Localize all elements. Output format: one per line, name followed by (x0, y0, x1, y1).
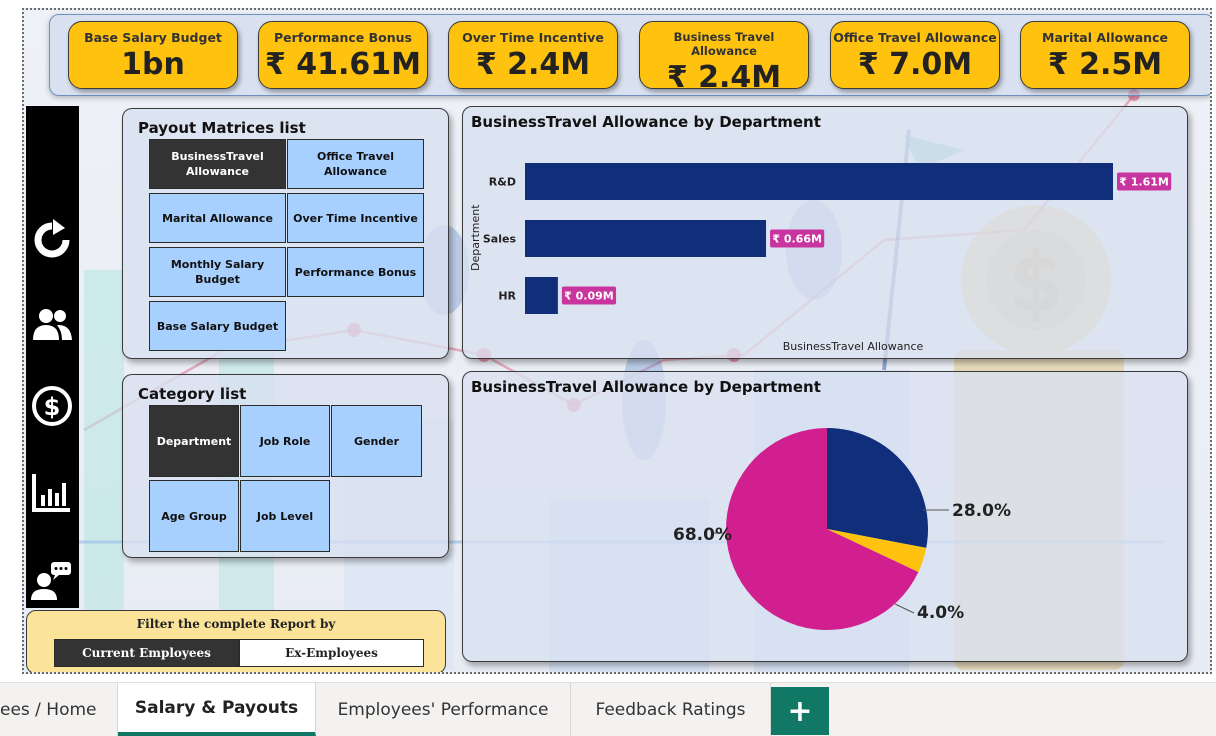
bar-chart: R&D ₹ 1.61M Sales ₹ 0.66M HR ₹ 0.09M Departmen… (469, 163, 1172, 353)
kpi-value: ₹ 2.5M (1047, 47, 1163, 82)
payout-tile-business-travel[interactable]: BusinessTravel Allowance (149, 139, 286, 189)
kpi-card-over-time: Over Time Incentive ₹ 2.4M (448, 21, 618, 89)
data-label: ₹ 0.66M (772, 233, 822, 246)
pie-label: 68.0% (673, 525, 732, 545)
pie-label: 28.0% (952, 501, 1011, 521)
kpi-title: Base Salary Budget (84, 30, 222, 45)
bar (525, 220, 767, 257)
kpi-card-marital: Marital Allowance ₹ 2.5M (1020, 21, 1190, 89)
leader-line (894, 603, 915, 614)
users-icon[interactable] (31, 304, 73, 346)
kpi-card-performance-bonus: Performance Bonus ₹ 41.61M (258, 21, 428, 89)
tab-employees-home[interactable]: ees / Home (0, 683, 118, 736)
panel-title: Category list (138, 385, 247, 403)
kpi-card-base-salary: Base Salary Budget 1bn (68, 21, 238, 89)
bar (525, 277, 558, 314)
kpi-card-office-travel: Office Travel Allowance ₹ 7.0M (830, 21, 1000, 89)
kpi-title: Business Travel Allowance (673, 30, 775, 58)
payout-tile-office-travel[interactable]: Office Travel Allowance (287, 139, 424, 189)
report-canvas: $ Base Salary Budget 1bn Performance Bon… (22, 8, 1212, 674)
page-tab-bar: ees / Home Salary & Payouts Employees' P… (0, 682, 1216, 736)
dollar-icon[interactable]: $ (31, 385, 73, 427)
pie-slice (827, 428, 928, 548)
refresh-icon[interactable] (31, 219, 73, 261)
pie-chart-panel: BusinessTravel Allowance by Department 6… (462, 371, 1188, 662)
report-filter: Filter the complete Report by Current Em… (26, 610, 446, 672)
kpi-value: ₹ 2.4M (666, 60, 782, 95)
pie-chart: 68.0% 28.0% 4.0% (673, 428, 1011, 630)
data-label: ₹ 0.09M (564, 290, 614, 303)
kpi-title: Office Travel Allowance (833, 30, 997, 45)
category-label: HR (498, 290, 516, 303)
kpi-title: Marital Allowance (1042, 30, 1168, 45)
data-label: ₹ 1.61M (1119, 176, 1169, 189)
category-tile-job-role[interactable]: Job Role (240, 405, 330, 477)
filter-title: Filter the complete Report by (136, 617, 336, 631)
kpi-title: Over Time Incentive (462, 30, 604, 45)
tab-employees-performance[interactable]: Employees' Performance (316, 683, 571, 736)
kpi-value: ₹ 41.61M (264, 47, 422, 82)
pie-label: 4.0% (917, 603, 964, 623)
kpi-title: Performance Bonus (274, 30, 412, 45)
payout-tile-monthly-salary[interactable]: Monthly Salary Budget (149, 247, 286, 297)
payout-tile-base-salary[interactable]: Base Salary Budget (149, 301, 286, 351)
payout-tile-marital[interactable]: Marital Allowance (149, 193, 286, 243)
payout-matrices-panel: Payout Matrices list BusinessTravel Allo… (122, 108, 449, 359)
bar-chart-icon[interactable] (31, 471, 73, 513)
nav-rail: $ (26, 106, 79, 608)
kpi-strip: Base Salary Budget 1bn Performance Bonus… (49, 14, 1210, 96)
kpi-value: ₹ 2.4M (475, 47, 591, 82)
tab-salary-payouts[interactable]: Salary & Payouts (118, 683, 316, 736)
bar (525, 163, 1113, 200)
filter-ex-employees-button[interactable]: Ex-Employees (239, 639, 424, 667)
y-axis-title: Department (469, 204, 482, 271)
kpi-card-business-travel: Business Travel Allowance ₹ 2.4M (639, 21, 809, 95)
kpi-value: 1bn (121, 47, 185, 82)
feedback-icon[interactable] (31, 560, 73, 602)
category-tile-gender[interactable]: Gender (331, 405, 422, 477)
category-label: R&D (489, 176, 516, 189)
category-list-panel: Category list Department Job Role Gender… (122, 374, 449, 558)
category-label: Sales (483, 233, 517, 246)
payout-tile-performance-bonus[interactable]: Performance Bonus (287, 247, 424, 297)
svg-text:$: $ (44, 393, 61, 421)
x-axis-title: BusinessTravel Allowance (783, 340, 924, 353)
tab-feedback-ratings[interactable]: Feedback Ratings (571, 683, 771, 736)
kpi-value: ₹ 7.0M (857, 47, 973, 82)
add-page-button[interactable]: + (771, 687, 829, 735)
category-tile-department[interactable]: Department (149, 405, 239, 477)
category-tile-age-group[interactable]: Age Group (149, 480, 239, 552)
category-tile-job-level[interactable]: Job Level (240, 480, 330, 552)
panel-title: Payout Matrices list (138, 119, 306, 137)
payout-tile-over-time[interactable]: Over Time Incentive (287, 193, 424, 243)
bar-chart-panel: BusinessTravel Allowance by Department R… (462, 106, 1188, 359)
filter-current-employees-button[interactable]: Current Employees (54, 639, 239, 667)
